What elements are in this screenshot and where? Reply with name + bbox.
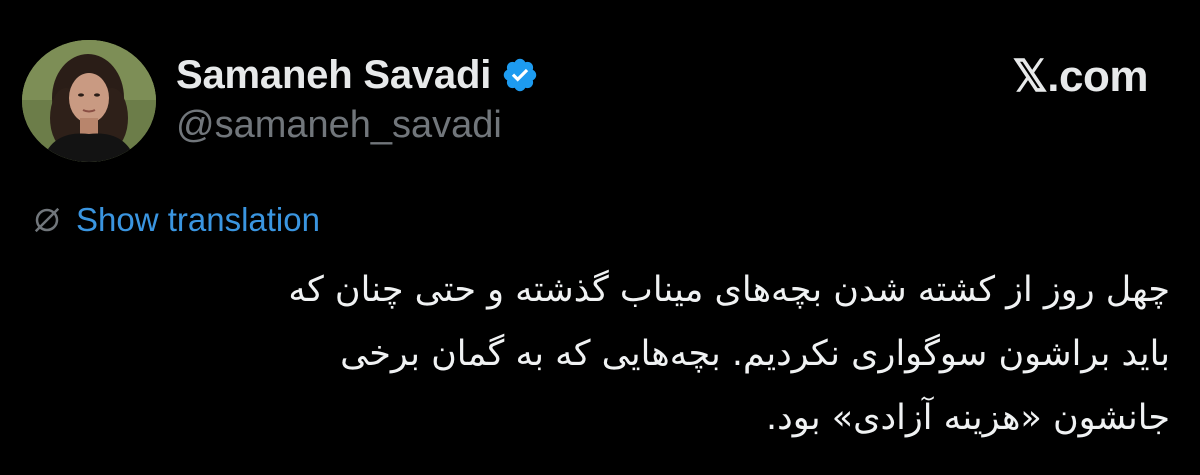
tweet-text-line: جانشون «هزینه آزادی» بود.	[766, 398, 1170, 438]
verified-badge-icon	[501, 56, 539, 94]
author-display-name[interactable]: Samaneh Savadi	[176, 53, 491, 98]
globe-icon	[32, 205, 62, 235]
author-name-row: Samaneh Savadi	[176, 48, 539, 102]
show-translation-link[interactable]: Show translation	[76, 201, 320, 239]
author-handle[interactable]: @samaneh_savadi	[176, 104, 502, 147]
avatar[interactable]	[22, 40, 156, 162]
tweet-text-line: چهل روز از کشته شدن بچه‌های میناب گذشته …	[288, 270, 1170, 310]
brand-text: 𝕏.com	[1012, 51, 1148, 101]
translation-row[interactable]: Show translation	[32, 196, 320, 244]
profile-photo-icon	[22, 40, 156, 162]
tweet-text-line: باید براشون سوگواری نکردیم. بچه‌هایی که …	[340, 334, 1170, 374]
brand-logo: 𝕏.com	[1012, 44, 1148, 108]
tweet-text: چهل روز از کشته شدن بچه‌های میناب گذشته …	[40, 258, 1170, 450]
